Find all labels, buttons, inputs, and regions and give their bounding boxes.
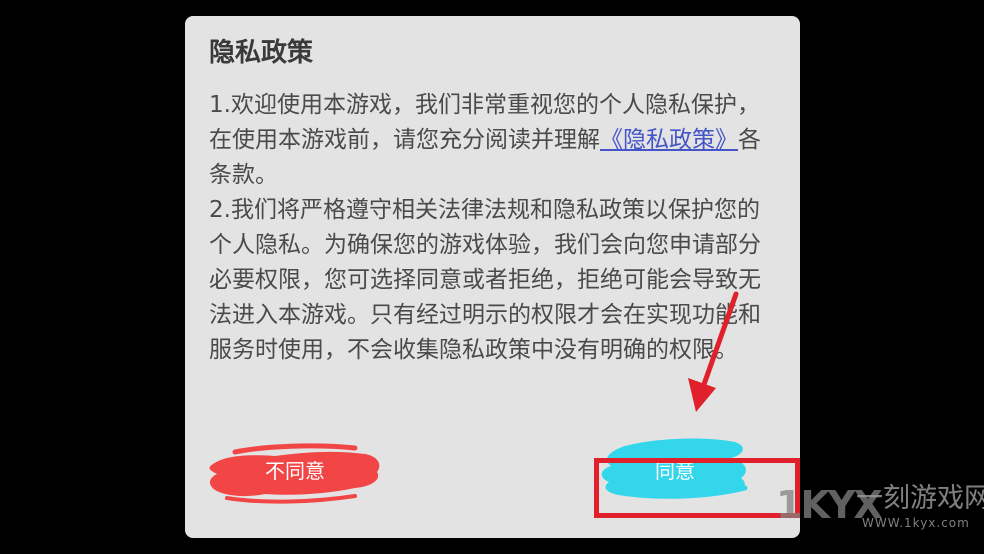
- privacy-policy-link[interactable]: 《隐私政策》: [600, 127, 738, 153]
- dialog-title: 隐私政策: [209, 38, 314, 68]
- arrow-down-icon: [688, 291, 739, 412]
- disagree-button[interactable]: 不同意: [210, 444, 380, 494]
- watermark-site-name: 一刻游戏网: [856, 483, 984, 514]
- watermark-url: WWW.1kyx.com: [862, 516, 970, 530]
- annotation-highlight-box: [594, 458, 800, 518]
- paragraph-1: 1.欢迎使用本游戏，我们非常重视您的个人隐私保护，在使用本游戏前，请您充分阅读并…: [209, 88, 777, 193]
- site-watermark: 1KYX 一刻游戏网 WWW.1kyx.com: [776, 482, 984, 532]
- screen: 隐私政策 1.欢迎使用本游戏，我们非常重视您的个人隐私保护，在使用本游戏前，请您…: [0, 0, 984, 554]
